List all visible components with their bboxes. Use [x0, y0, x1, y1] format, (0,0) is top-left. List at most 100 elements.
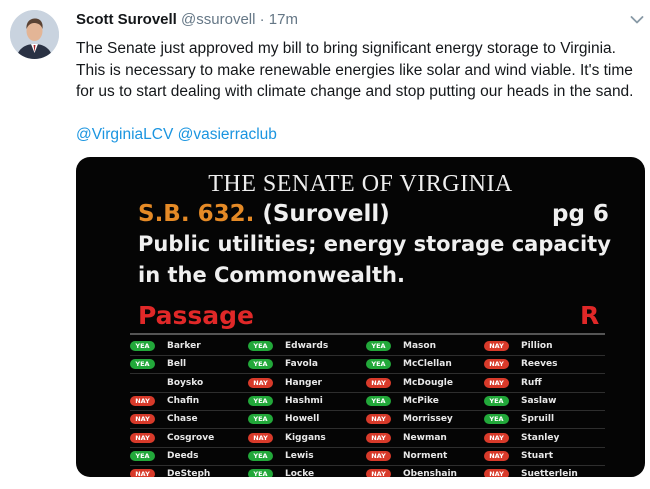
- vote-badge: NAY: [366, 450, 391, 461]
- vote-entry: NAY Norment: [366, 447, 484, 465]
- senator-name: Ruff: [521, 377, 542, 388]
- vote-badge: NAY: [484, 432, 509, 443]
- senator-name: Morrissey: [403, 414, 453, 425]
- vote-badge: YEA: [484, 414, 509, 425]
- vote-badge: YEA: [130, 341, 155, 351]
- senator-name: Chafin: [167, 395, 200, 406]
- vote-entry: NAY Kiggans: [248, 429, 366, 447]
- senator-name: Suetterlein: [521, 469, 578, 477]
- senator-name: DeSteph: [167, 469, 211, 477]
- vote-entry: NAY Suetterlein: [484, 465, 602, 477]
- vote-badge: NAY: [130, 395, 155, 406]
- vote-row: YEA Deeds YEA Lewis NAY Norment NAY Stuart: [130, 447, 605, 466]
- vote-badge: YEA: [130, 359, 155, 370]
- vote-badge: NAY: [248, 432, 273, 443]
- vote-row: YEA Barker YEA Edwards YEA Mason NAY Pillion: [130, 337, 605, 356]
- senator-name: Saslaw: [521, 395, 557, 406]
- vote-entry: YEA Saslaw: [484, 392, 602, 410]
- vote-entry: YEA Barker: [130, 337, 248, 355]
- senator-name: Bell: [167, 359, 187, 370]
- tweet-media-image[interactable]: THE SENATE OF VIRGINIA S.B. 632. (Surove…: [76, 157, 645, 477]
- vote-entry: NAY Stanley: [484, 429, 602, 447]
- vote-badge: YEA: [366, 341, 391, 351]
- vote-entry: NAY Reeves: [484, 355, 602, 373]
- senator-name: Norment: [403, 450, 448, 461]
- avatar-photo: [10, 10, 59, 59]
- vote-entry: NAY Pillion: [484, 337, 602, 355]
- senator-name: Spruill: [521, 414, 555, 425]
- tweet-card: Scott Surovell @ssurovell · 17m The Sena…: [0, 0, 650, 489]
- bill-number: S.B. 632.: [138, 201, 255, 227]
- bill-description: Public utilities; energy storage capacit…: [138, 232, 611, 287]
- vote-row: NAY Cosgrove NAY Kiggans NAY Newman NAY Stanley: [130, 429, 605, 448]
- senator-name: McPike: [403, 395, 439, 406]
- vote-badge: YEA: [366, 359, 391, 370]
- vote-entry: YEA Bell: [130, 355, 248, 373]
- tweet-text: The Senate just approved my bill to brin…: [76, 40, 634, 100]
- senator-name: Pillion: [521, 341, 553, 351]
- senator-name: Obenshain: [403, 469, 457, 477]
- vote-row: Boysko NAY Hanger NAY McDougle NAY Ruff: [130, 374, 605, 393]
- senator-name: Barker: [167, 341, 201, 351]
- vote-badge: NAY: [130, 469, 155, 477]
- senator-name: Stanley: [521, 432, 560, 443]
- bill-heading: S.B. 632. (Surovell): [138, 201, 390, 227]
- bill-patron: (Surovell): [262, 201, 390, 227]
- vote-badge: NAY: [366, 432, 391, 443]
- senator-name: Mason: [403, 341, 436, 351]
- vote-badge: NAY: [484, 450, 509, 461]
- vote-badge: YEA: [366, 395, 391, 406]
- vote-entry: NAY Chase: [130, 410, 248, 428]
- vote-badge: NAY: [484, 341, 509, 351]
- vote-row: YEA Bell YEA Favola YEA McClellan NAY Reeves: [130, 355, 605, 375]
- senator-name: Deeds: [167, 450, 199, 461]
- vote-row: NAY Chafin YEA Hashmi YEA McPike YEA Saslaw: [130, 392, 605, 411]
- vote-badge: YEA: [130, 450, 155, 461]
- mention-link-vasierraclub[interactable]: @vasierraclub: [178, 126, 277, 143]
- tweet-header: Scott Surovell @ssurovell · 17m: [76, 10, 298, 30]
- vote-badge: YEA: [248, 414, 273, 425]
- vote-badge: YEA: [248, 469, 273, 477]
- vote-badge: NAY: [130, 432, 155, 443]
- vote-badge: YEA: [248, 341, 273, 351]
- vote-entry: NAY Obenshain: [366, 465, 484, 477]
- timestamp[interactable]: 17m: [269, 11, 298, 28]
- vote-entry: Boysko: [130, 374, 248, 392]
- vote-entry: NAY Ruff: [484, 374, 602, 392]
- senator-name: Chase: [167, 414, 198, 425]
- vote-entry: YEA Spruill: [484, 410, 602, 428]
- vote-badge: NAY: [130, 414, 155, 425]
- vote-badge: YEA: [248, 395, 273, 406]
- page-number: pg 6: [552, 201, 609, 227]
- vote-entry: NAY McDougle: [366, 374, 484, 392]
- user-handle[interactable]: @ssurovell: [181, 11, 255, 28]
- passage-label: Passage: [138, 301, 255, 330]
- vote-entry: YEA Favola: [248, 355, 366, 373]
- vote-entry: NAY Hanger: [248, 374, 366, 392]
- senator-name: McClellan: [403, 359, 452, 370]
- senator-name: Hanger: [285, 377, 322, 388]
- senator-name: Hashmi: [285, 395, 323, 406]
- senator-name: Cosgrove: [167, 432, 215, 443]
- senator-name: Lewis: [285, 450, 314, 461]
- separator-dot: ·: [259, 11, 265, 28]
- vote-entry: YEA McPike: [366, 392, 484, 410]
- vote-badge: NAY: [484, 359, 509, 370]
- vote-badge: YEA: [484, 395, 509, 406]
- vote-entry: NAY Morrissey: [366, 410, 484, 428]
- vote-badge: NAY: [366, 377, 391, 388]
- display-name[interactable]: Scott Surovell: [76, 11, 177, 28]
- board-divider: [130, 333, 605, 335]
- vote-entry: YEA Lewis: [248, 447, 366, 465]
- vote-badge: YEA: [248, 359, 273, 370]
- senator-name: McDougle: [403, 377, 453, 388]
- senator-name: Stuart: [521, 450, 554, 461]
- chevron-down-icon[interactable]: [630, 12, 644, 24]
- vote-entry: YEA Mason: [366, 337, 484, 355]
- mention-link-virginialcv[interactable]: @VirginiaLCV: [76, 126, 173, 143]
- senator-name: Howell: [285, 414, 320, 425]
- vote-badge: NAY: [366, 469, 391, 477]
- vote-badge: NAY: [366, 414, 391, 425]
- avatar[interactable]: [10, 10, 59, 59]
- vote-entry: YEA Hashmi: [248, 392, 366, 410]
